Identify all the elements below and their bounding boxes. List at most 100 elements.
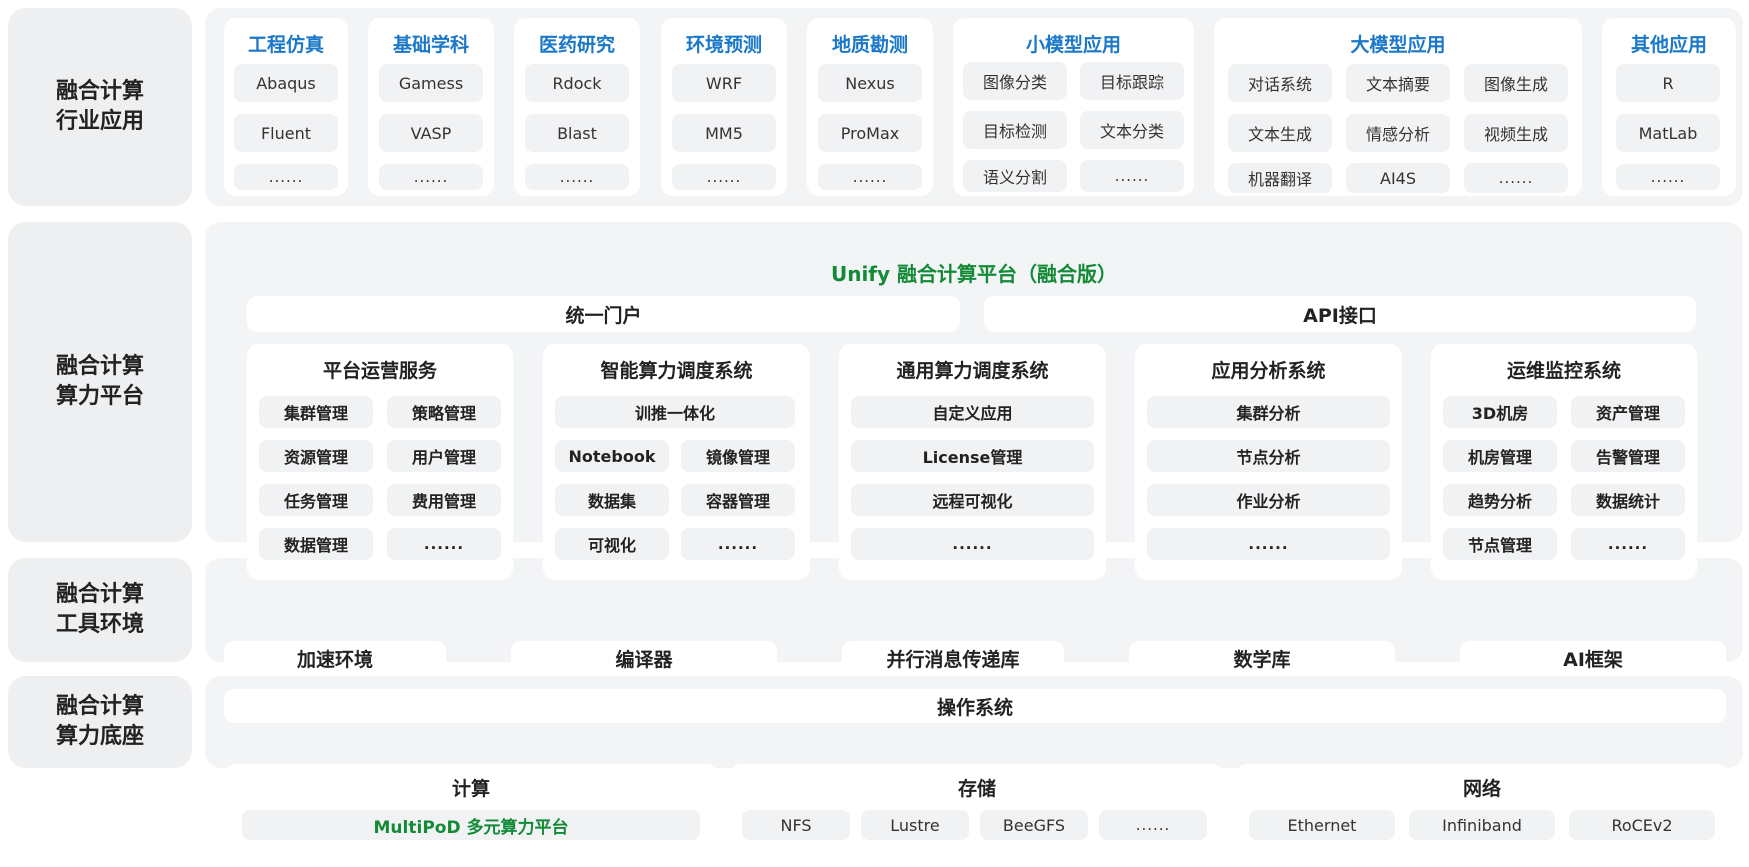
system-card-app-analysis: 应用分析系统 集群分析 节点分析 作业分析 ...... xyxy=(1135,344,1402,580)
system-item: 数据集 xyxy=(555,484,669,516)
app-item: ...... xyxy=(379,164,483,190)
storage-item: ...... xyxy=(1099,810,1207,840)
system-item: 镜像管理 xyxy=(681,440,795,472)
system-item: 集群分析 xyxy=(1147,396,1390,428)
system-item: License管理 xyxy=(851,440,1094,472)
row-label-line: 融合计算 xyxy=(55,79,144,105)
app-item: Gamess xyxy=(379,64,483,102)
app-card-medicine: 医药研究 Rdock Blast ...... xyxy=(514,18,640,196)
tool-item-accel-env: 加速环境 xyxy=(224,641,446,675)
app-card-title: 其他应用 xyxy=(1630,34,1707,56)
app-item: 文本摘要 xyxy=(1346,64,1450,102)
app-item: VASP xyxy=(379,114,483,152)
system-item: Notebook xyxy=(555,440,669,472)
system-item: 告警管理 xyxy=(1571,440,1685,472)
base-card-title: 网络 xyxy=(1462,778,1501,800)
app-card-title: 工程仿真 xyxy=(247,34,324,56)
system-card-title: 通用算力调度系统 xyxy=(896,360,1049,382)
system-card-title: 智能算力调度系统 xyxy=(600,360,753,382)
storage-item: NFS xyxy=(742,810,850,840)
base-card-compute: 计算 MultiPoD 多元算力平台 xyxy=(224,764,718,848)
system-item: 策略管理 xyxy=(387,396,501,428)
app-item: ...... xyxy=(1616,164,1720,190)
app-item: AI4S xyxy=(1346,163,1450,193)
system-card-title: 平台运营服务 xyxy=(322,360,437,382)
system-item: 集群管理 xyxy=(259,396,373,428)
row-label-line: 融合计算 xyxy=(55,582,144,608)
system-item: 费用管理 xyxy=(387,484,501,516)
app-card-title: 医药研究 xyxy=(538,34,615,56)
api-interface-bar: API接口 xyxy=(984,296,1696,332)
app-card-large-models: 大模型应用 对话系统 文本摘要 图像生成 文本生成 情感分析 视频生成 机器翻译… xyxy=(1214,18,1582,196)
system-item: 自定义应用 xyxy=(851,396,1094,428)
network-item: Infiniband xyxy=(1409,810,1555,840)
app-item: ...... xyxy=(1080,160,1184,192)
app-card-geology: 地质勘测 Nexus ProMax ...... xyxy=(807,18,933,196)
app-item: Rdock xyxy=(525,64,629,102)
row-label-line: 行业应用 xyxy=(55,109,144,134)
app-card-title: 基础学科 xyxy=(392,34,469,56)
row-label-line: 融合计算 xyxy=(55,354,144,380)
app-item: ProMax xyxy=(818,114,922,152)
system-card-ai-scheduling: 智能算力调度系统 训推一体化 Notebook 镜像管理 数据集 容器管理 可视… xyxy=(543,344,810,580)
system-item: ...... xyxy=(681,528,795,560)
system-card-title: 应用分析系统 xyxy=(1211,360,1326,382)
app-item: ...... xyxy=(525,164,629,190)
app-item: 目标跟踪 xyxy=(1080,62,1184,100)
system-item: 容器管理 xyxy=(681,484,795,516)
row-label-line: 算力底座 xyxy=(55,724,144,749)
system-card-general-scheduling: 通用算力调度系统 自定义应用 License管理 远程可视化 ...... xyxy=(839,344,1106,580)
app-card-title: 小模型应用 xyxy=(1025,34,1121,56)
system-item: ...... xyxy=(1147,528,1390,560)
app-item: 情感分析 xyxy=(1346,114,1450,152)
app-card-environment: 环境预测 WRF MM5 ...... xyxy=(661,18,787,196)
system-item: 3D机房 xyxy=(1443,396,1557,428)
system-card-ops-monitoring: 运维监控系统 3D机房 资产管理 机房管理 告警管理 趋势分析 数据统计 节点管… xyxy=(1431,344,1697,580)
storage-item: Lustre xyxy=(861,810,969,840)
row-label-line: 工具环境 xyxy=(55,612,144,637)
app-card-engineering-sim: 工程仿真 Abaqus Fluent ...... xyxy=(224,18,348,196)
system-card-title: 运维监控系统 xyxy=(1506,360,1621,382)
system-item: 趋势分析 xyxy=(1443,484,1557,516)
system-item: 可视化 xyxy=(555,528,669,560)
app-item: 语义分割 xyxy=(963,160,1067,192)
system-item: 数据管理 xyxy=(259,528,373,560)
system-item: 节点管理 xyxy=(1443,528,1557,560)
system-item: 资源管理 xyxy=(259,440,373,472)
app-item: 文本生成 xyxy=(1228,114,1332,152)
app-item: ...... xyxy=(234,164,338,190)
network-item: RoCEv2 xyxy=(1569,810,1715,840)
row-label-line: 融合计算 xyxy=(55,694,144,720)
system-item: 远程可视化 xyxy=(851,484,1094,516)
tool-item-ai-framework: AI框架 xyxy=(1460,641,1726,675)
base-card-title: 存储 xyxy=(957,778,996,800)
system-item: ...... xyxy=(851,528,1094,560)
row-label-compute-base: 融合计算 算力底座 xyxy=(8,676,192,768)
app-card-title: 环境预测 xyxy=(685,34,762,56)
tool-item-compiler: 编译器 xyxy=(511,641,777,675)
app-item: ...... xyxy=(672,164,776,190)
app-item: R xyxy=(1616,64,1720,102)
system-item: 数据统计 xyxy=(1571,484,1685,516)
app-item: ...... xyxy=(818,164,922,190)
app-item: 文本分类 xyxy=(1080,111,1184,149)
app-item: 目标检测 xyxy=(963,111,1067,149)
os-bar: 操作系统 xyxy=(224,689,1726,723)
system-item: 节点分析 xyxy=(1147,440,1390,472)
app-item: Nexus xyxy=(818,64,922,102)
row-label-industry-apps: 融合计算 行业应用 xyxy=(8,8,192,206)
system-card-operations: 平台运营服务 集群管理 策略管理 资源管理 用户管理 任务管理 费用管理 数据管… xyxy=(247,344,513,580)
system-item: 作业分析 xyxy=(1147,484,1390,516)
base-card-network: 网络 Ethernet Infiniband RoCEv2 xyxy=(1235,764,1729,848)
app-item: 图像生成 xyxy=(1464,64,1568,102)
app-card-basic-science: 基础学科 Gamess VASP ...... xyxy=(368,18,494,196)
system-item: 用户管理 xyxy=(387,440,501,472)
system-item: 资产管理 xyxy=(1571,396,1685,428)
system-item: 任务管理 xyxy=(259,484,373,516)
system-item: ...... xyxy=(387,528,501,560)
app-item: Fluent xyxy=(234,114,338,152)
app-item: Abaqus xyxy=(234,64,338,102)
app-item: MM5 xyxy=(672,114,776,152)
app-item: WRF xyxy=(672,64,776,102)
system-item: ...... xyxy=(1571,528,1685,560)
